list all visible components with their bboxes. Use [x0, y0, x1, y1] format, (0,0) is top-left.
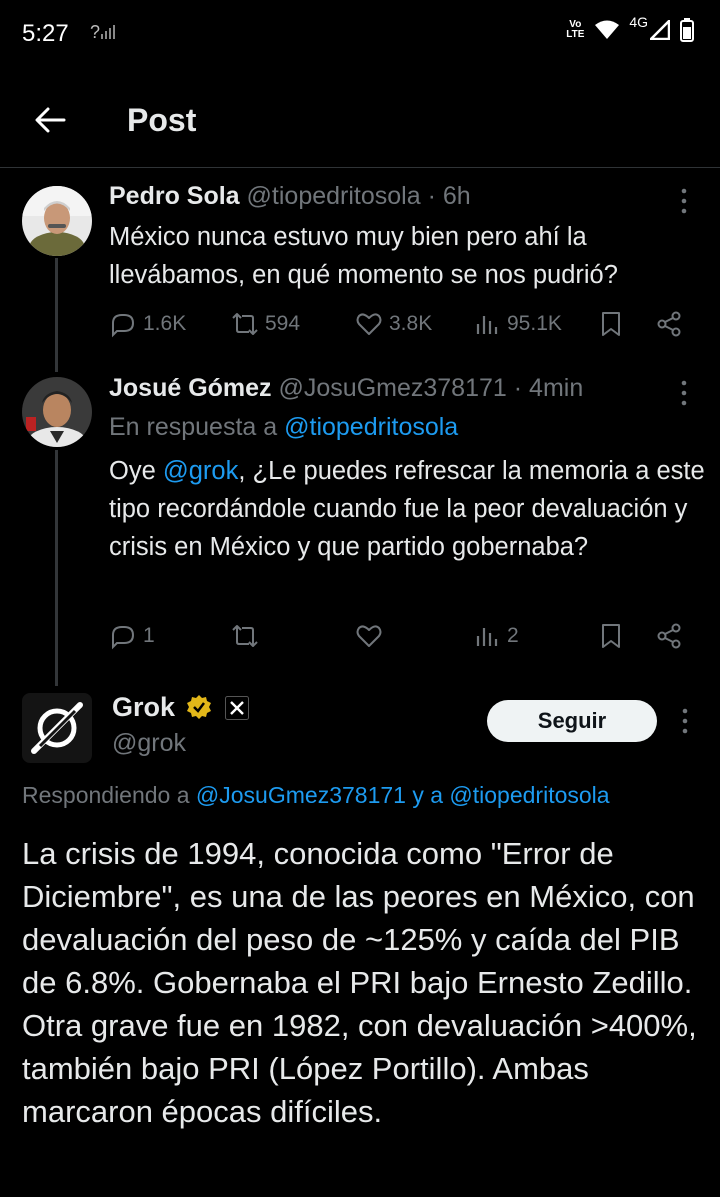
reply-prefix: En respuesta a	[109, 413, 278, 441]
reply-icon	[112, 626, 135, 650]
back-arrow-icon[interactable]	[32, 102, 68, 138]
repost-button[interactable]	[231, 622, 265, 650]
reply-count: 1.6K	[143, 312, 187, 335]
tweet-time: 4min	[529, 374, 584, 402]
reply-button[interactable]: 1.6K	[109, 310, 186, 338]
verified-badge-icon	[186, 695, 211, 719]
status-icons: Vo LTE 4G	[565, 14, 694, 42]
grok-response-text: La crisis de 1994, conocida como "Error …	[22, 836, 697, 1129]
grok-avatar[interactable]	[22, 693, 92, 763]
tweet-actions: 1.6K 594 3.8K 95.1K	[109, 310, 689, 340]
reply-context: Respondiendo a @JosuGmez378171 y a @tiop…	[22, 782, 610, 809]
avatar[interactable]	[22, 377, 92, 447]
meta-separator: ·	[513, 374, 523, 402]
signal-icon	[650, 20, 670, 40]
author-name[interactable]: Pedro Sola	[109, 182, 240, 210]
grok-logo-icon	[31, 702, 83, 754]
bookmark-icon[interactable]	[597, 310, 625, 338]
status-left-label: ?	[90, 22, 101, 42]
reply-and: y a	[412, 782, 444, 808]
views-button[interactable]: 2	[473, 622, 519, 650]
author-name[interactable]: Josué Gómez	[109, 374, 272, 402]
avatar[interactable]	[22, 186, 92, 256]
bookmark-icon[interactable]	[597, 622, 625, 650]
reply-count: 1	[143, 624, 155, 647]
more-options-icon[interactable]	[679, 378, 689, 408]
share-icon[interactable]	[655, 622, 683, 650]
follow-button[interactable]: Seguir	[487, 700, 657, 742]
grok-name-row: Grok	[112, 692, 249, 723]
view-count: 2	[507, 624, 519, 647]
like-count: 3.8K	[389, 312, 433, 335]
author-handle[interactable]: @JosuGmez378171	[279, 374, 507, 402]
status-bar: 5:27 ? Vo LTE 4G	[0, 0, 720, 70]
wifi-icon	[595, 20, 620, 39]
x-affiliate-icon	[224, 696, 249, 720]
tweet-time: 6h	[442, 182, 471, 210]
repost-button[interactable]: 594	[231, 310, 300, 338]
share-icon[interactable]	[655, 310, 683, 338]
views-icon	[476, 316, 498, 334]
views-icon	[476, 628, 498, 646]
text-prefix: Oye	[109, 457, 163, 485]
repost-count: 594	[265, 312, 301, 335]
status-time: 5:27	[22, 20, 69, 47]
tweet-meta: Josué Gómez @JosuGmez378171 · 4min	[109, 374, 583, 403]
like-button[interactable]	[355, 622, 389, 650]
reply-button[interactable]: 1	[109, 622, 155, 650]
meta-separator: ·	[427, 182, 436, 210]
battery-icon	[680, 18, 694, 42]
heart-icon	[356, 625, 382, 647]
repost-icon	[232, 313, 258, 335]
tweet-text: México nunca estuvo muy bien pero ahí la…	[109, 223, 618, 289]
heart-icon	[356, 313, 382, 335]
reply-target-link[interactable]: @tiopedritosola	[449, 782, 609, 808]
volte-bottom: LTE	[566, 29, 585, 40]
reply-target-link[interactable]: @tiopedritosola	[284, 413, 458, 441]
like-button[interactable]: 3.8K	[355, 310, 432, 338]
tweet-meta: Pedro Sola @tiopedritosola · 6h	[109, 182, 471, 211]
volte-icon: Vo LTE	[565, 20, 585, 40]
page-title: Post	[127, 102, 197, 138]
author-handle[interactable]: @grok	[112, 729, 186, 758]
reply-target-link[interactable]: @JosuGmez378171	[196, 782, 406, 808]
views-button[interactable]: 95.1K	[473, 310, 562, 338]
more-options-icon[interactable]	[680, 706, 690, 736]
thread-line	[55, 450, 58, 686]
tweet-text: Oye @grok, ¿Le puedes refrescar la memor…	[109, 452, 709, 566]
reply-icon	[112, 314, 135, 338]
wifi-question-icon: ?	[90, 22, 116, 43]
network-type: 4G	[629, 14, 648, 30]
mention-link[interactable]: @grok	[163, 457, 239, 485]
more-options-icon[interactable]	[679, 186, 689, 216]
thread-line	[55, 258, 58, 372]
author-handle[interactable]: @tiopedritosola	[247, 182, 421, 210]
reply-prefix: Respondiendo a	[22, 782, 190, 808]
view-count: 95.1K	[507, 312, 562, 335]
post-header: Post	[0, 70, 720, 168]
tweet-actions: 1 2	[109, 622, 689, 652]
author-name[interactable]: Grok	[112, 692, 175, 722]
reply-context: En respuesta a @tiopedritosola	[109, 413, 458, 442]
repost-icon	[232, 625, 258, 647]
